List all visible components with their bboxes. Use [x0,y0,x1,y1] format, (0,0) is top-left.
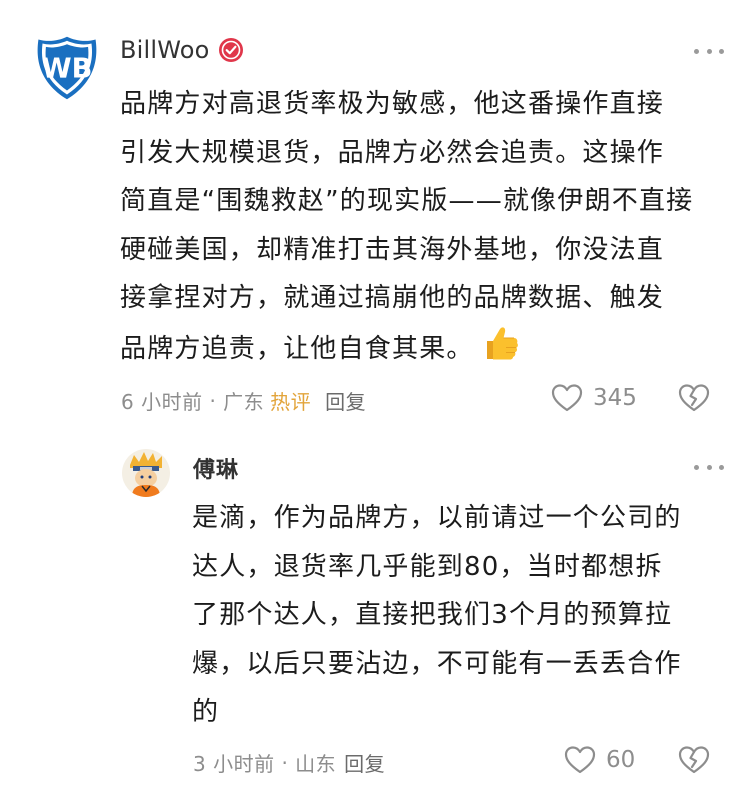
comment-thread: WB BillWoo 品牌方对高退货率极为敏感，他这番操作直接 引发大规模退货，… [0,0,753,800]
reply-time: 3 小时前 [193,752,275,776]
reply-location: 山东 [295,752,337,776]
like-button[interactable]: 345 [551,383,637,413]
hot-comment-badge: 热评 [270,390,312,414]
verified-badge-icon [218,38,243,62]
heart-icon [551,384,583,412]
avatar-image [122,449,170,497]
reply-button[interactable]: 回复 [344,748,385,777]
reply-button[interactable]: 回复 [325,386,366,415]
more-dots-icon[interactable] [694,460,724,474]
comment-text: 品牌方对高退货率极为敏感，他这番操作直接 引发大规模退货，品牌方必然会追责。这操… [120,89,694,364]
heart-icon [564,746,596,774]
warner-bros-logo-icon: WB [37,36,97,100]
author-name[interactable]: BillWoo [120,36,210,64]
thumbs-up-icon [480,323,520,363]
avatar[interactable]: WB [33,34,101,102]
reply-body: 是滴，作为品牌方，以前请过一个公司的 达人，退货率几乎能到80，当时都想拆 了那… [192,503,682,727]
separator-dot: · [274,750,296,775]
svg-text:WB: WB [42,54,93,85]
separator-dot: · [202,388,224,413]
comment-meta: 6 小时前 · 广东 热评 回复 [121,386,366,415]
like-count: 60 [606,747,636,773]
comment-author[interactable]: BillWoo [120,36,244,64]
broken-heart-icon[interactable] [678,745,710,775]
more-dots-icon[interactable] [694,44,724,58]
reply-author[interactable]: 傅琳 [193,452,239,484]
comment-time: 6 小时前 [121,390,203,414]
like-button[interactable]: 60 [564,745,635,775]
like-count: 345 [593,385,637,411]
comment-body: 品牌方对高退货率极为敏感，他这番操作直接 引发大规模退货，品牌方必然会追责。这操… [120,80,730,373]
reply-meta: 3 小时前 · 山东 回复 [193,748,385,777]
broken-heart-icon[interactable] [678,383,710,413]
comment-location: 广东 [223,390,265,414]
reply-avatar[interactable] [122,449,170,497]
